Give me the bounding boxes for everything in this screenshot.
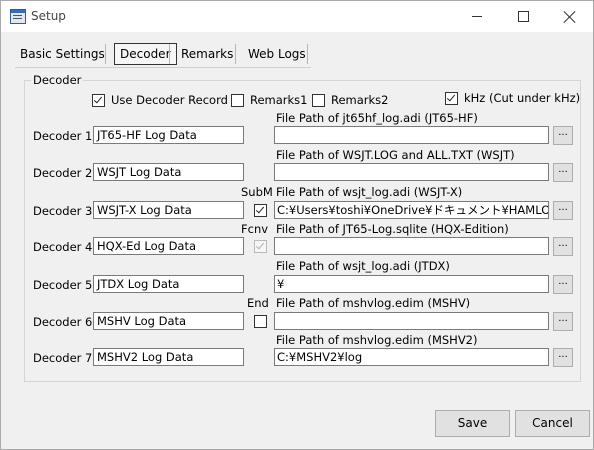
checkbox-icon [312,93,325,107]
checkbox-icon [254,240,267,253]
decoder-6-end-label: End [247,296,269,310]
decoder-group-title: Decoder [31,73,84,87]
app-icon [10,9,26,24]
minimize-icon [472,16,482,17]
decoder-5-path-input[interactable]: ¥ [274,275,549,293]
decoder-2-label: Decoder 2 [33,166,93,180]
decoder-7-name-input[interactable]: MSHV2 Log Data [93,348,244,366]
decoder-4-path-input[interactable] [274,237,549,255]
maximize-button[interactable] [500,1,546,32]
decoder-1-browse-button[interactable]: ... [553,126,573,145]
remarks2-checkbox[interactable]: Remarks2 [312,93,389,107]
tab-basic-settings-label: Basic Settings [20,47,105,61]
save-button[interactable]: Save [435,410,510,437]
tab-web-logs-label: Web Logs [248,47,306,61]
decoder-7-browse-button[interactable]: ... [553,348,573,367]
maximize-icon [517,11,529,22]
checkbox-icon [254,315,267,328]
decoder-3-path-input[interactable]: C:¥Users¥toshi¥OneDrive¥ドキュメント¥HAMLOG [274,201,549,219]
decoder-4-fcnv-checkbox[interactable] [254,240,267,253]
decoder-4-path-caption: File Path of JT65-Log.sqlite (HQX-Editio… [276,222,509,236]
decoder-7-path-input[interactable]: C:¥MSHV2¥log [274,348,549,366]
decoder-3-browse-button[interactable]: ... [553,201,573,220]
cancel-button[interactable]: Cancel [515,410,590,437]
decoder-4-fcnv-label: Fcnv [241,222,269,236]
decoder-5-path-caption: File Path of wsjt_log.adi (JTDX) [276,259,450,273]
decoder-4-label: Decoder 4 [33,240,93,254]
tab-decoder-label: Decoder [114,43,177,65]
decoder-6-browse-button[interactable]: ... [553,312,573,331]
checkbox-icon [445,91,458,105]
decoder-6-end-checkbox[interactable] [254,315,267,328]
use-decoder-record-checkbox[interactable]: Use Decoder Record [92,93,228,107]
decoder-5-browse-button[interactable]: ... [553,275,573,294]
decoder-3-subm-checkbox[interactable] [254,204,267,217]
tab-separator [105,44,106,64]
decoder-7-label: Decoder 7 [33,351,93,365]
tab-remarks[interactable]: Remarks [173,42,241,66]
tab-separator [235,44,236,64]
decoder-6-label: Decoder 6 [33,315,93,329]
tab-strip-underline [15,67,311,68]
decoder-2-browse-button[interactable]: ... [553,163,573,182]
checkbox-icon [92,93,105,107]
minimize-button[interactable] [454,1,500,32]
decoder-2-name-input[interactable]: WSJT Log Data [93,163,244,181]
checkbox-icon [231,93,244,107]
remarks2-label: Remarks2 [331,93,389,107]
decoder-4-name-input[interactable]: HQX-Ed Log Data [93,237,244,255]
checkbox-icon [254,204,267,217]
decoder-2-path-input[interactable] [274,163,549,181]
decoder-3-path-caption: File Path of wsjt_log.adi (WSJT-X) [276,185,463,199]
decoder-1-path-caption: File Path of jt65hf_log.adi (JT65-HF) [276,111,478,125]
decoder-2-path-caption: File Path of WSJT.LOG and ALL.TXT (WSJT) [276,148,515,162]
decoder-5-label: Decoder 5 [33,278,93,292]
khz-checkbox[interactable]: kHz (Cut under kHz) [445,91,580,105]
decoder-5-name-input[interactable]: JTDX Log Data [93,275,244,293]
remarks1-checkbox[interactable]: Remarks1 [231,93,308,107]
use-decoder-record-label: Use Decoder Record [111,93,228,107]
decoder-1-label: Decoder 1 [33,129,93,143]
window-title: Setup [31,9,66,23]
close-icon [564,11,576,23]
tab-web-logs[interactable]: Web Logs [240,42,314,66]
remarks1-label: Remarks1 [250,93,308,107]
decoder-1-path-input[interactable] [274,126,549,144]
tab-basic-settings[interactable]: Basic Settings [12,42,113,66]
decoder-6-path-input[interactable] [274,312,549,330]
tab-separator [307,44,308,64]
decoder-3-label: Decoder 3 [33,204,93,218]
decoder-3-name-input[interactable]: WSJT-X Log Data [93,201,244,219]
setup-window: Setup Basic Settings Decoder Remarks Web… [0,0,594,450]
close-button[interactable] [547,1,593,32]
decoder-4-browse-button[interactable]: ... [553,237,573,256]
decoder-1-name-input[interactable]: JT65-HF Log Data [93,126,244,144]
tab-separator [169,44,170,64]
tab-remarks-label: Remarks [181,47,234,61]
decoder-6-name-input[interactable]: MSHV Log Data [93,312,244,330]
decoder-3-subm-label: SubM [241,185,273,199]
title-bar: Setup [1,1,593,32]
decoder-7-path-caption: File Path of mshvlog.edim (MSHV2) [276,333,478,347]
khz-label: kHz (Cut under kHz) [464,91,581,105]
decoder-6-path-caption: File Path of mshvlog.edim (MSHV) [276,296,471,310]
